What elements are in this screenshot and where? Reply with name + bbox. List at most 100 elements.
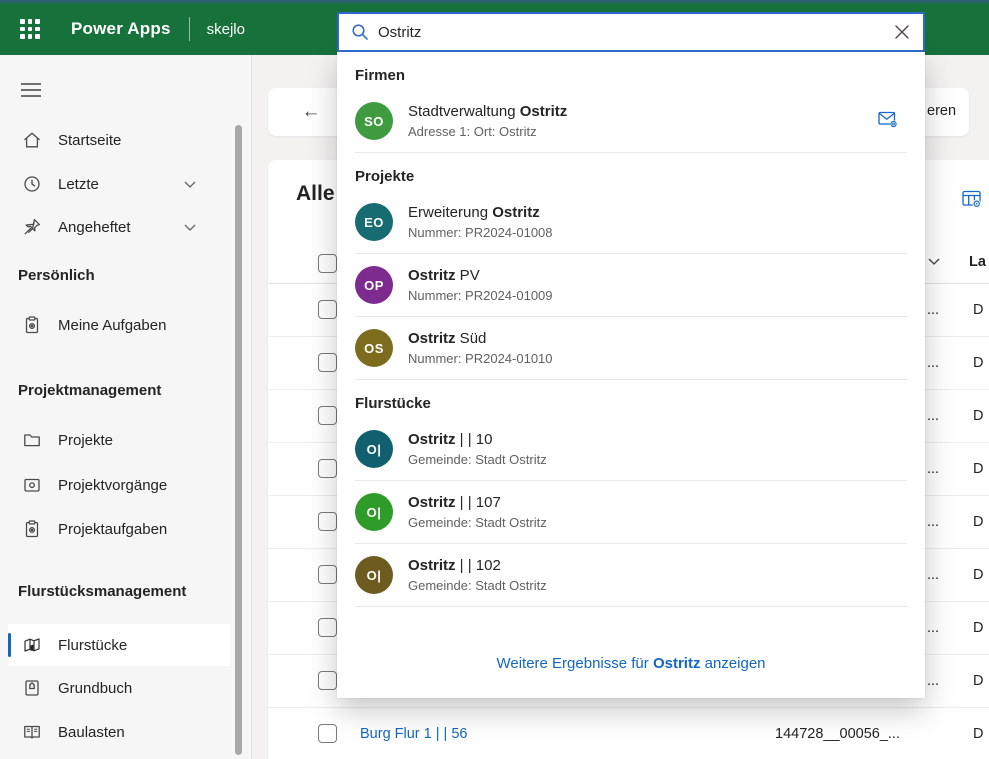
sidebar-item-baulasten[interactable]: Baulasten bbox=[0, 712, 232, 752]
search-icon bbox=[352, 24, 368, 40]
result-subtitle: Nummer: PR2024-01010 bbox=[408, 351, 553, 366]
row-checkbox[interactable] bbox=[318, 724, 337, 743]
header-divider bbox=[188, 17, 190, 41]
result-subtitle: Adresse 1: Ort: Ostritz bbox=[408, 124, 537, 139]
truncated-value: ... bbox=[927, 461, 940, 477]
send-email-icon[interactable] bbox=[878, 111, 899, 134]
column-header-partial[interactable]: La bbox=[969, 254, 986, 270]
land-cell-partial: D bbox=[973, 461, 984, 477]
folder-icon bbox=[24, 434, 40, 447]
table-row[interactable]: Burg Flur 1 | | 56 144728__00056_... D bbox=[268, 708, 989, 759]
results-section-header: Firmen bbox=[355, 67, 406, 84]
sidebar-item-projektaufgaben[interactable]: Projektaufgaben bbox=[0, 509, 232, 549]
sidebar-item-letzte[interactable]: Letzte bbox=[0, 164, 232, 204]
view-title[interactable]: Alle bbox=[296, 182, 335, 206]
sidebar-item-label: Letzte bbox=[58, 175, 99, 193]
chevron-down-icon[interactable] bbox=[184, 181, 196, 188]
result-title: Erweiterung Ostritz bbox=[408, 204, 540, 221]
clock-icon bbox=[24, 176, 40, 192]
row-checkbox[interactable] bbox=[318, 565, 337, 584]
sidebar-group-header: Projektmanagement bbox=[18, 382, 162, 399]
result-title: Ostritz PV bbox=[408, 267, 480, 284]
avatar: EO bbox=[355, 203, 393, 241]
sidebar-group-header: Persönlich bbox=[18, 267, 95, 284]
result-item-flurstueck[interactable]: O| Ostritz | | 10 Gemeinde: Stadt Ostrit… bbox=[337, 418, 925, 480]
column-chevron-down-icon[interactable] bbox=[928, 258, 940, 265]
avatar: O| bbox=[355, 430, 393, 468]
land-cell-partial: D bbox=[973, 567, 984, 583]
avatar: O| bbox=[355, 493, 393, 531]
sidebar-item-meine-aufgaben[interactable]: Meine Aufgaben bbox=[0, 305, 232, 345]
edit-columns-icon[interactable] bbox=[961, 188, 982, 214]
sidebar-item-label: Projekte bbox=[58, 431, 114, 449]
result-title: Ostritz | | 102 bbox=[408, 557, 501, 574]
result-item-projekt[interactable]: OS Ostritz Süd Nummer: PR2024-01010 bbox=[337, 317, 925, 379]
more-results-link[interactable]: Weitere Ergebnisse für Ostritz anzeigen bbox=[337, 635, 925, 698]
sidebar-item-label: Projektaufgaben bbox=[58, 520, 168, 538]
clipboard-gear-icon bbox=[25, 520, 39, 538]
global-search-box[interactable] bbox=[337, 12, 925, 52]
divider bbox=[355, 606, 907, 607]
home-icon bbox=[24, 132, 40, 148]
book-icon bbox=[25, 680, 39, 696]
truncated-value: ... bbox=[927, 567, 940, 583]
pin-icon bbox=[24, 218, 41, 235]
result-subtitle: Nummer: PR2024-01009 bbox=[408, 288, 553, 303]
search-input[interactable] bbox=[378, 23, 887, 41]
row-checkbox[interactable] bbox=[318, 512, 337, 531]
row-checkbox[interactable] bbox=[318, 671, 337, 690]
sidebar-item-angeheftet[interactable]: Angeheftet bbox=[0, 207, 232, 247]
sidebar-item-projektvorgaenge[interactable]: Projektvorgänge bbox=[0, 465, 232, 505]
row-checkbox[interactable] bbox=[318, 300, 337, 319]
row-checkbox[interactable] bbox=[318, 618, 337, 637]
truncated-value: ... bbox=[927, 673, 940, 689]
power-apps-brand[interactable]: Power Apps bbox=[71, 19, 171, 39]
record-link[interactable]: Burg Flur 1 | | 56 bbox=[360, 726, 467, 742]
navigation-sidebar: Startseite Letzte Angeheftet Persönlich … bbox=[0, 55, 252, 759]
land-cell-partial: D bbox=[973, 408, 984, 424]
row-checkbox[interactable] bbox=[318, 353, 337, 372]
chevron-down-icon[interactable] bbox=[184, 224, 196, 231]
sidebar-item-label: Meine Aufgaben bbox=[58, 316, 167, 334]
select-all-checkbox[interactable] bbox=[318, 254, 337, 273]
avatar: OP bbox=[355, 266, 393, 304]
sidebar-scrollbar[interactable] bbox=[235, 125, 242, 755]
avatar: SO bbox=[355, 102, 393, 140]
result-item-projekt[interactable]: EO Erweiterung Ostritz Nummer: PR2024-01… bbox=[337, 191, 925, 253]
sidebar-item-label: Grundbuch bbox=[58, 679, 133, 697]
sidebar-item-label: Projektvorgänge bbox=[58, 476, 168, 494]
open-book-icon bbox=[24, 725, 40, 739]
result-item-projekt[interactable]: OP Ostritz PV Nummer: PR2024-01009 bbox=[337, 254, 925, 316]
frame-circle-icon bbox=[24, 478, 40, 492]
land-cell-partial: D bbox=[973, 302, 984, 318]
clipboard-gear-icon bbox=[25, 316, 39, 334]
app-launcher-waffle-icon[interactable] bbox=[17, 16, 43, 42]
result-title: Stadtverwaltung Ostritz bbox=[408, 103, 568, 120]
sidebar-item-startseite[interactable]: Startseite bbox=[0, 120, 232, 160]
land-cell-partial: D bbox=[973, 355, 984, 371]
back-button[interactable]: ← bbox=[296, 97, 326, 127]
result-item-firma[interactable]: SO Stadtverwaltung Ostritz Adresse 1: Or… bbox=[337, 90, 925, 152]
environment-name[interactable]: skejlo bbox=[207, 21, 245, 38]
sidebar-item-grundbuch[interactable]: Grundbuch bbox=[0, 668, 232, 708]
search-results-dropdown: Firmen SO Stadtverwaltung Ostritz Adress… bbox=[337, 52, 925, 698]
sidebar-item-label: Angeheftet bbox=[58, 218, 131, 236]
row-checkbox[interactable] bbox=[318, 459, 337, 478]
map-icon bbox=[24, 638, 40, 652]
result-item-flurstueck[interactable]: O| Ostritz | | 102 Gemeinde: Stadt Ostri… bbox=[337, 544, 925, 606]
avatar: OS bbox=[355, 329, 393, 367]
sidebar-item-projekte[interactable]: Projekte bbox=[0, 420, 232, 460]
collapse-sidebar-icon[interactable] bbox=[20, 82, 42, 98]
result-title: Ostritz | | 107 bbox=[408, 494, 501, 511]
result-subtitle: Gemeinde: Stadt Ostritz bbox=[408, 578, 547, 593]
row-checkbox[interactable] bbox=[318, 406, 337, 425]
sidebar-item-label: Startseite bbox=[58, 131, 122, 149]
sidebar-item-label: Baulasten bbox=[58, 723, 125, 741]
truncated-value: ... bbox=[927, 355, 940, 371]
results-section-header: Projekte bbox=[355, 168, 415, 185]
truncated-value: ... bbox=[927, 514, 940, 530]
result-item-flurstueck[interactable]: O| Ostritz | | 107 Gemeinde: Stadt Ostri… bbox=[337, 481, 925, 543]
search-clear-icon[interactable] bbox=[887, 17, 917, 47]
sidebar-item-flurstuecke[interactable]: Flurstücke bbox=[8, 624, 230, 666]
command-bar-partial-label[interactable]: eren bbox=[927, 103, 956, 119]
